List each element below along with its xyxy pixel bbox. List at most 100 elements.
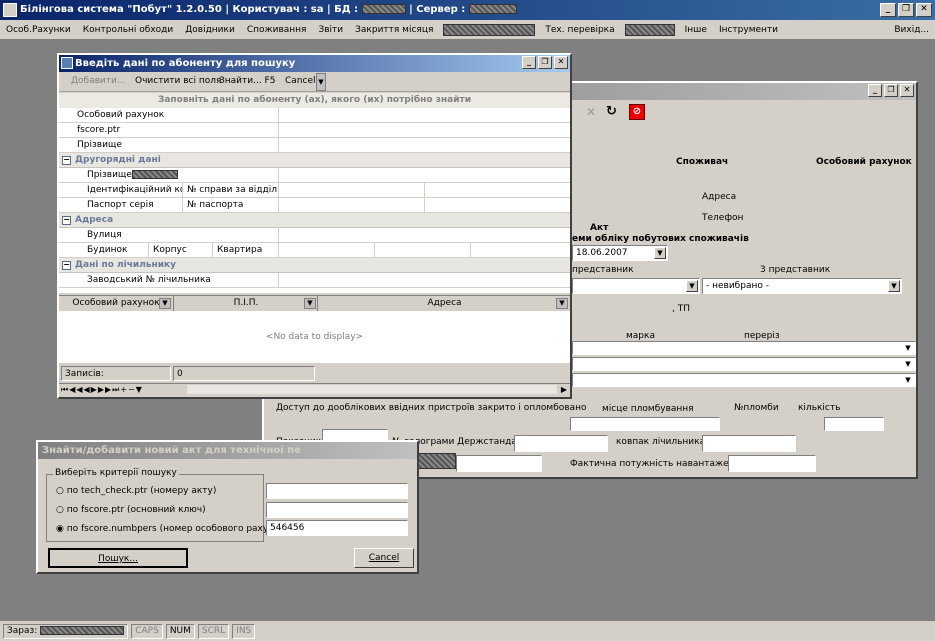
building-value[interactable]	[375, 243, 471, 258]
representative-3-select[interactable]: - невибрано - ▼	[702, 278, 902, 294]
redacted-menu-2	[624, 23, 675, 36]
menu-reports[interactable]: Звіти	[312, 20, 349, 40]
collapse-icon[interactable]: −	[62, 156, 71, 165]
filter-dropdown-icon[interactable]: ▼	[556, 298, 568, 309]
prev-record-icon[interactable]: ◀	[84, 385, 91, 394]
meter-category[interactable]: − Дані по лічильнику	[59, 258, 570, 273]
horizontal-scrollbar[interactable]	[187, 385, 557, 394]
next-record-icon[interactable]: ▶	[91, 385, 98, 394]
radio-empty-icon[interactable]: ○	[56, 505, 64, 515]
chevron-down-icon[interactable]: ▼	[316, 73, 326, 91]
chevron-down-icon[interactable]: ▼	[902, 375, 914, 385]
passport-row[interactable]: Паспорт серія № паспорта	[59, 198, 570, 213]
seal-place-input[interactable]	[570, 417, 720, 431]
combo-row-1[interactable]: ▼	[572, 341, 916, 355]
collapse-icon[interactable]: −	[62, 261, 71, 270]
chevron-down-icon[interactable]: ▼	[686, 280, 698, 292]
menu-tech-check[interactable]: Тех. перевірка	[539, 20, 620, 40]
chevron-down-icon[interactable]: ▼	[654, 247, 666, 259]
secondary-category[interactable]: − Другорядні дані	[59, 153, 570, 168]
search-button[interactable]: Пошук...	[48, 548, 188, 568]
house-row[interactable]: Будинок Корпус Квартира	[59, 243, 570, 258]
cancel-button[interactable]: Cancel	[354, 548, 414, 568]
chevron-down-icon[interactable]: ▼	[888, 280, 900, 292]
meter-serial-row[interactable]: Заводський № лічильника	[59, 273, 570, 288]
account-number-input[interactable]: 546456	[266, 520, 408, 536]
menu-exit[interactable]: Вихід...	[888, 20, 935, 40]
column-address-label: Адреса	[427, 298, 462, 308]
menu-consumption[interactable]: Споживання	[241, 20, 313, 40]
filter-dropdown-icon[interactable]: ▼	[304, 298, 316, 309]
first-record-icon[interactable]: ⏮	[61, 385, 69, 394]
quantity-input[interactable]	[824, 417, 884, 431]
surname-row[interactable]: Прізвище	[59, 138, 570, 153]
chevron-down-icon[interactable]: ▼	[902, 359, 914, 369]
combo-row-2[interactable]: ▼	[572, 357, 916, 371]
street-row[interactable]: Вулиця	[59, 228, 570, 243]
restore-icon[interactable]: ❐	[884, 84, 898, 97]
app-title: Білінгова система "Побут" 1.2.0.50 | Кор…	[20, 4, 359, 15]
insert-record-icon[interactable]: +	[120, 385, 128, 394]
find-act-title: Знайти/добавити новий акт для технічної …	[42, 445, 301, 456]
cancel-button[interactable]: Cancel	[285, 76, 316, 86]
radio-empty-icon[interactable]: ○	[56, 486, 64, 496]
column-address[interactable]: Адреса	[319, 296, 570, 311]
prev-page-icon[interactable]: ◀◀	[69, 385, 83, 394]
house-value[interactable]	[279, 243, 375, 258]
act-number-input[interactable]	[266, 483, 408, 499]
address-category[interactable]: − Адреса	[59, 213, 570, 228]
radio-checked-icon[interactable]: ◉	[56, 524, 64, 534]
menu-tools[interactable]: Інструменти	[713, 20, 784, 40]
restore-icon[interactable]: ❐	[898, 3, 914, 17]
option-account-number-label: по fscore.numbpers (номер особового раху…	[66, 524, 289, 534]
refresh-icon[interactable]: ↻	[606, 104, 617, 119]
next-page-icon[interactable]: ▶▶	[98, 385, 112, 394]
delete-record-icon[interactable]: −	[128, 385, 136, 394]
menu-month-close[interactable]: Закриття місяця	[349, 20, 439, 40]
column-name[interactable]: П.І.П.	[175, 296, 318, 311]
act-date-picker[interactable]: 18.06.2007 ▼	[572, 245, 668, 261]
filter-dropdown-icon[interactable]: ▼	[159, 298, 171, 309]
app-title-server: | Сервер :	[409, 4, 466, 15]
cover-input[interactable]	[702, 435, 796, 452]
menu-control-rounds[interactable]: Контрольні обходи	[77, 20, 180, 40]
collapse-icon[interactable]: −	[62, 216, 71, 225]
redacted-input[interactable]	[456, 455, 542, 472]
stop-icon[interactable]: ⊘	[629, 104, 645, 120]
minimize-icon[interactable]: _	[522, 56, 536, 69]
id-code-row[interactable]: Ідентифікаційний код № справи за відділ.…	[59, 183, 570, 198]
find-button[interactable]: Знайти... F5	[219, 76, 275, 86]
menu-directories[interactable]: Довідники	[179, 20, 241, 40]
hologram-input[interactable]	[514, 435, 608, 452]
chevron-down-icon[interactable]: ▼	[902, 343, 914, 353]
redacted-db	[361, 4, 406, 14]
main-key-input[interactable]	[266, 502, 408, 518]
menu-other[interactable]: Інше	[679, 20, 713, 40]
delete-icon[interactable]: ✕	[586, 105, 596, 119]
secondary-surname-row[interactable]: Прізвище	[59, 168, 570, 183]
column-account[interactable]: Особовий рахунок	[59, 296, 174, 311]
minimize-icon[interactable]: _	[880, 3, 896, 17]
close-icon[interactable]: ✕	[900, 84, 914, 97]
option-act-number[interactable]: ○ по tech_check.ptr (номеру акту)	[56, 486, 216, 496]
close-icon[interactable]: ✕	[554, 56, 568, 69]
close-icon[interactable]: ✕	[916, 3, 932, 17]
option-main-key[interactable]: ○ по fscore.ptr (основний ключ)	[56, 505, 206, 515]
seal-place-label: місце пломбування	[602, 404, 694, 414]
combo-row-3[interactable]: ▼	[572, 373, 916, 387]
representative-select[interactable]: ▼	[572, 278, 700, 294]
restore-icon[interactable]: ❐	[538, 56, 552, 69]
filter-icon[interactable]: ▼	[136, 385, 143, 394]
menu-accounts[interactable]: Особ.Рахунки	[0, 20, 77, 40]
account-row[interactable]: Особовий рахунок	[59, 108, 570, 123]
id-code-value[interactable]	[279, 183, 425, 198]
option-account-number[interactable]: ◉ по fscore.numbpers (номер особового ра…	[56, 524, 288, 534]
minimize-icon[interactable]: _	[868, 84, 882, 97]
clear-all-button[interactable]: Очистити всі поля	[135, 76, 221, 86]
fscore-row[interactable]: fscore.ptr	[59, 123, 570, 138]
status-scrl: SCRL	[197, 623, 230, 639]
passport-value[interactable]	[279, 198, 425, 213]
load-input[interactable]	[728, 455, 816, 472]
scroll-right-icon[interactable]: ▶	[561, 384, 568, 395]
add-button[interactable]: Добавити...	[71, 76, 125, 86]
